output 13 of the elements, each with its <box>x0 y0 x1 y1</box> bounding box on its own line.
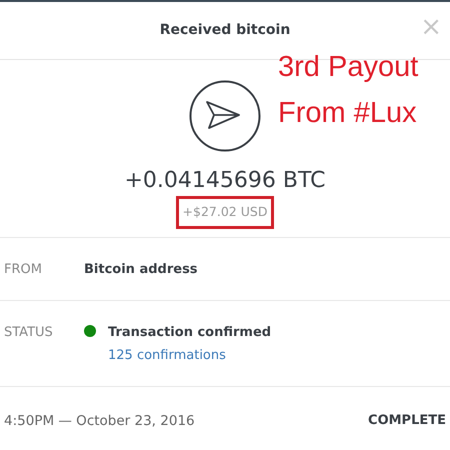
btc-amount: +0.04145696 BTC <box>124 168 326 194</box>
annotation-text: 3rd Payout <box>278 50 418 85</box>
modal-title: Received bitcoin <box>160 21 290 40</box>
usd-amount: +$27.02 USD <box>176 196 274 230</box>
detail-value: Bitcoin address <box>84 261 198 280</box>
paper-plane-icon <box>189 80 261 152</box>
transaction-time: 4:50PM — October 23, 2016 <box>4 412 195 431</box>
detail-label: FROM <box>4 261 43 280</box>
detail-value: Transaction confirmed <box>108 324 272 342</box>
detail-label: STATUS <box>4 324 54 342</box>
status-text: COMPLETE <box>368 412 446 430</box>
confirmations-link[interactable]: 125 confirmations <box>108 346 272 366</box>
annotation-text: From #Lux <box>278 96 418 131</box>
